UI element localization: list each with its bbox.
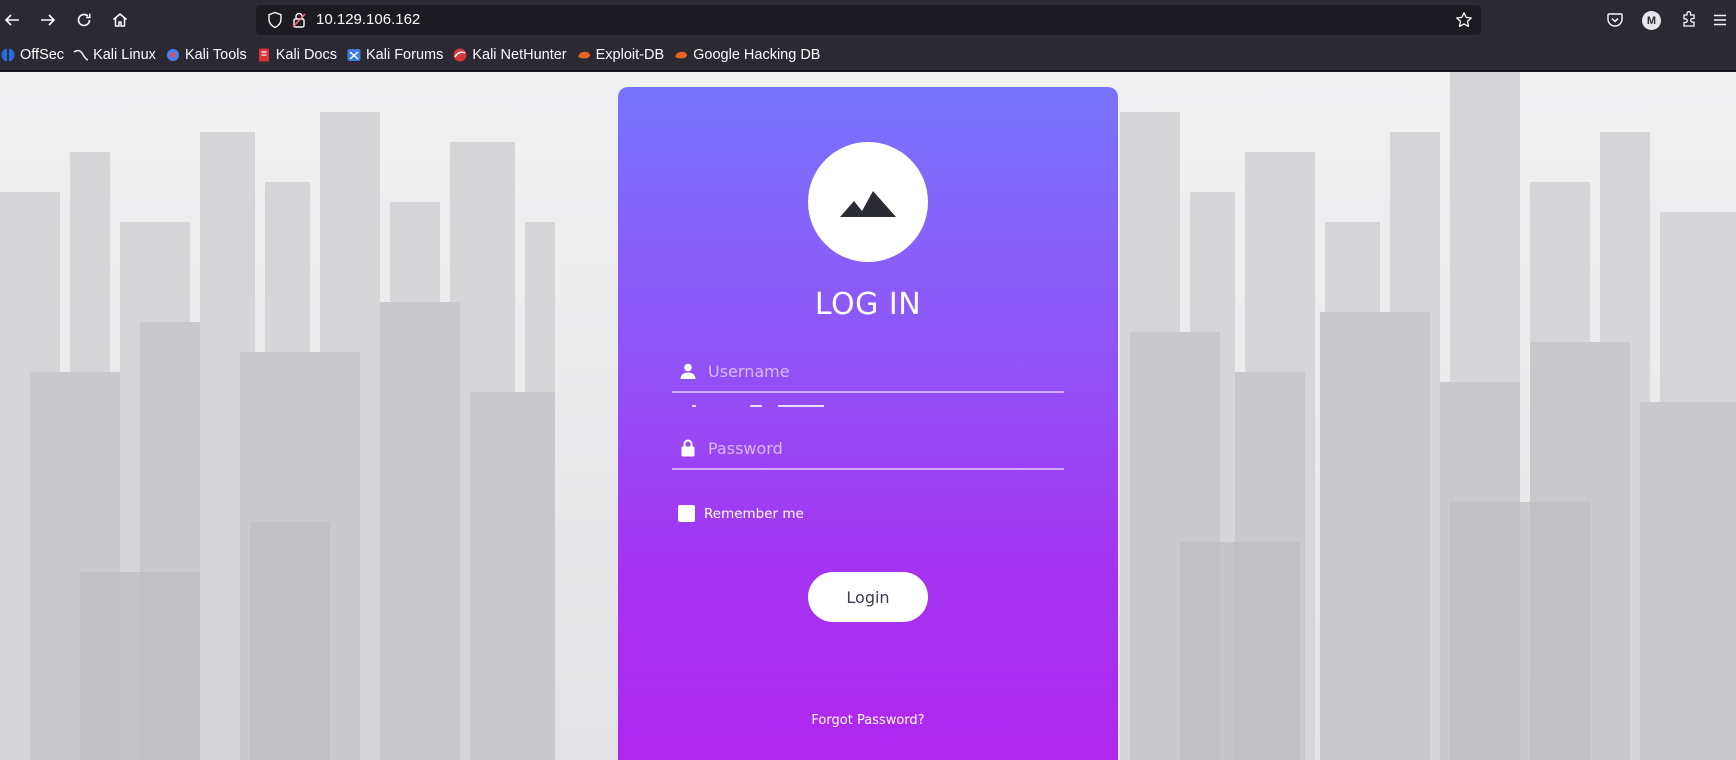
- bookmark-star-icon[interactable]: [1455, 11, 1473, 29]
- bookmark-kali-nethunter[interactable]: Kali NetHunter: [452, 43, 567, 67]
- ghdb-icon: [675, 51, 688, 59]
- puzzle-icon: [1683, 11, 1695, 27]
- logo-circle: [808, 142, 928, 262]
- kali-tools-icon: [166, 49, 179, 61]
- input-artifact-marks: [692, 403, 832, 407]
- reload-button[interactable]: [70, 6, 98, 34]
- url-bar[interactable]: 10.129.106.162: [256, 5, 1481, 35]
- login-button[interactable]: Login: [808, 572, 928, 622]
- login-card: LOG IN Remember me Login Forgot Pa: [618, 87, 1118, 760]
- browser-toolbar: 10.129.106.162 M: [0, 0, 1736, 40]
- username-field: [672, 353, 1064, 393]
- home-button[interactable]: [106, 6, 134, 34]
- remember-me-checkbox[interactable]: [678, 505, 695, 522]
- bookmark-google-hacking-db[interactable]: Google Hacking DB: [673, 43, 820, 67]
- username-input[interactable]: [708, 357, 1058, 385]
- insecure-lock-icon[interactable]: [290, 11, 308, 29]
- back-button[interactable]: [0, 6, 26, 34]
- pocket-button[interactable]: [1605, 10, 1625, 30]
- password-input[interactable]: [708, 434, 1058, 462]
- bookmark-kali-linux[interactable]: Kali Linux: [73, 43, 156, 67]
- page-title: LOG IN: [814, 287, 922, 322]
- page-viewport: LOG IN Remember me Login Forgot Pa: [0, 72, 1736, 760]
- forgot-password-link[interactable]: Forgot Password?: [618, 713, 1118, 728]
- back-arrow-icon: [4, 14, 19, 26]
- shield-icon[interactable]: [266, 11, 284, 29]
- bookmark-kali-tools[interactable]: Kali Tools: [165, 43, 247, 67]
- bookmarks-toolbar: OffSec Kali Linux Kali Tools Kali Docs K…: [0, 40, 1736, 71]
- bookmark-offsec[interactable]: OffSec: [0, 43, 64, 67]
- offsec-icon: [1, 48, 15, 62]
- forward-arrow-icon: [41, 14, 56, 26]
- pocket-icon: [1607, 13, 1623, 27]
- user-icon: [680, 363, 696, 379]
- reload-icon: [77, 13, 91, 27]
- lock-icon: [681, 439, 695, 457]
- kali-forums-icon: [347, 49, 361, 61]
- password-field: [672, 430, 1064, 470]
- kali-docs-icon: [258, 48, 269, 62]
- exploit-db-icon: [577, 51, 590, 59]
- url-text[interactable]: 10.129.106.162: [316, 11, 420, 28]
- remember-me-row[interactable]: Remember me: [678, 505, 804, 522]
- mountain-icon: [840, 191, 896, 217]
- hamburger-menu-icon: [1714, 14, 1726, 26]
- remember-me-label[interactable]: Remember me: [704, 506, 804, 522]
- menu-button[interactable]: [1710, 10, 1730, 30]
- account-avatar[interactable]: M: [1642, 11, 1661, 30]
- bookmark-exploit-db[interactable]: Exploit-DB: [576, 43, 664, 67]
- home-icon: [113, 13, 127, 27]
- nethunter-icon: [453, 48, 467, 62]
- bookmark-kali-docs[interactable]: Kali Docs: [256, 43, 337, 67]
- forward-button[interactable]: [34, 6, 62, 34]
- kali-dragon-icon: [73, 49, 89, 61]
- bookmark-kali-forums[interactable]: Kali Forums: [346, 43, 443, 67]
- extensions-button[interactable]: [1679, 10, 1699, 30]
